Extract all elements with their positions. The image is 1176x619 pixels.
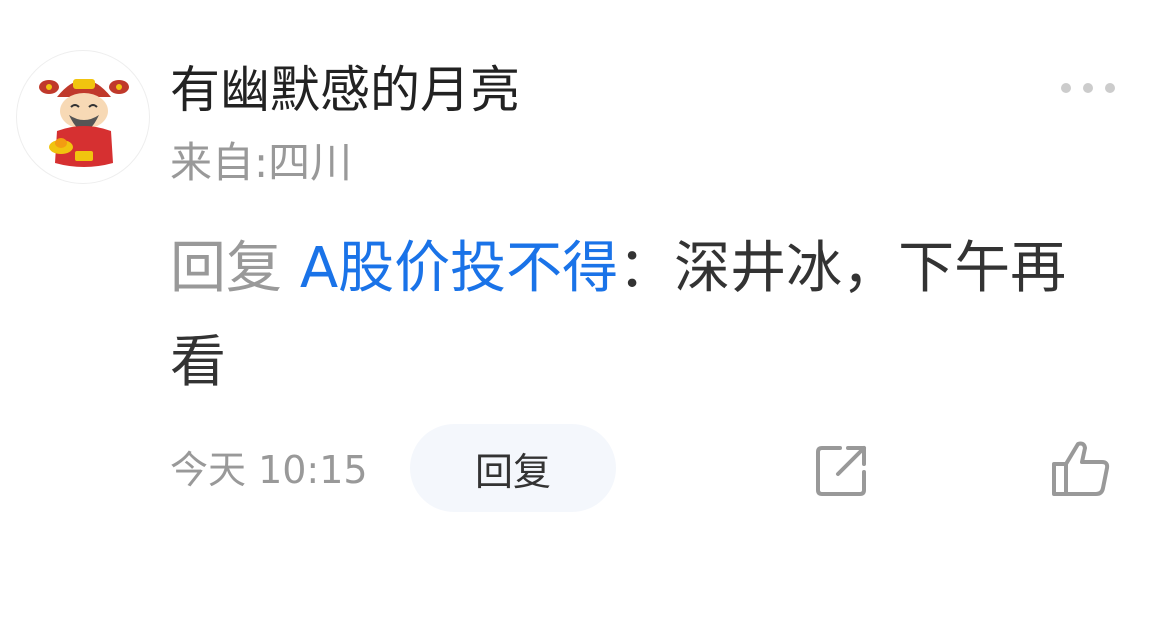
reply-target-link[interactable]: A股价投不得 — [300, 236, 618, 301]
reply-separator: ： — [618, 236, 675, 301]
reply-button[interactable]: 回复 — [410, 424, 616, 512]
comment-content: 回复 A股价投不得：深井冰，下午再看 — [170, 222, 1110, 410]
reply-prefix: 回复 — [170, 236, 282, 301]
more-dots-icon[interactable] — [1058, 78, 1118, 98]
location-label: 来自:四川 — [170, 138, 353, 187]
comment-item: 有幽默感的月亮 来自:四川 回复 A股价投不得：深井冰，下午再看 今天 10:1… — [0, 0, 1176, 619]
avatar-caishen-icon — [39, 79, 129, 167]
avatar[interactable] — [16, 50, 150, 184]
username[interactable]: 有幽默感的月亮 — [170, 58, 520, 122]
timestamp: 今天 10:15 — [170, 448, 368, 492]
thumbs-up-icon[interactable] — [1050, 438, 1112, 498]
share-icon[interactable] — [812, 442, 870, 500]
